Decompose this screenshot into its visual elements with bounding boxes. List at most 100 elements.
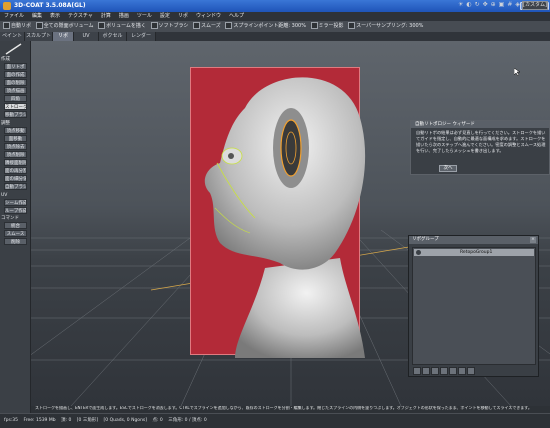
tool-strokes[interactable]: ストローク — [4, 103, 27, 110]
sculpt-head-model[interactable] — [195, 68, 375, 368]
menu-draw[interactable]: 描画 — [115, 12, 133, 21]
tab-sculpt[interactable]: スカルプト — [25, 32, 53, 41]
sphere-icon[interactable]: ◐ — [466, 1, 471, 8]
add-group-icon[interactable] — [413, 367, 421, 375]
tool-vertex-remove[interactable]: 頂点除去 — [4, 143, 27, 150]
tool-face-delete[interactable]: 面の削除 — [4, 79, 27, 86]
toolbar-smooth[interactable]: スムーズ — [193, 21, 221, 32]
menu-tools[interactable]: ツール — [133, 12, 156, 21]
toolbar-spline-distance[interactable]: スプラインポイント距離: 300% — [225, 21, 306, 32]
merge-icon[interactable] — [431, 367, 439, 375]
toolbar-soft-brush[interactable]: ソフトブラシ — [150, 21, 189, 32]
menu-view[interactable]: 表示 — [46, 12, 64, 21]
tool-seam-create[interactable]: シーム作成 — [4, 199, 27, 206]
tab-voxels[interactable]: ボクセル — [99, 32, 127, 41]
section-commands-header: コマンド — [1, 216, 19, 221]
tool-loop-create[interactable]: ループ作成 — [4, 207, 27, 214]
toolbar-draw-volume[interactable]: ボリュームを描く — [98, 21, 146, 32]
checkbox-icon — [348, 22, 356, 29]
extra-count: 三角形: 0 / 頂点: 0 — [168, 418, 207, 423]
section-uv-header: UV — [1, 193, 8, 198]
light-icon[interactable]: ☀ — [458, 1, 463, 8]
properties-icon[interactable] — [467, 367, 475, 375]
menu-settings[interactable]: 設定 — [156, 12, 174, 21]
tool-quads[interactable]: 四角 — [4, 95, 27, 102]
camera-icon[interactable]: ◈ — [515, 1, 520, 8]
toolbar-label: ボリュームを描く — [106, 23, 146, 29]
wizard-next-button[interactable]: 次へ — [439, 165, 457, 172]
brush-preview-icon[interactable] — [3, 42, 25, 56]
tab-uv[interactable]: UV — [74, 32, 99, 41]
tool-vertex-delete[interactable]: 頂点削除 — [4, 151, 27, 158]
tool-vertex-draw[interactable]: 頂点描画 — [4, 87, 27, 94]
tool-vertex-move[interactable]: 頂点移動 — [4, 127, 27, 134]
free-memory: Free: 1539 Mb — [23, 418, 56, 423]
fps-readout: fps:35 — [4, 418, 19, 423]
toolbar-label: スーパーサンプリング: 300% — [356, 23, 424, 29]
mouse-cursor-icon — [514, 68, 521, 76]
tool-merge[interactable]: 統合 — [4, 222, 27, 229]
visibility-icon[interactable] — [416, 250, 421, 255]
menu-file[interactable]: ファイル — [0, 12, 28, 21]
group-name: RetopoGroup1 — [460, 250, 493, 255]
toolbar-supersampling[interactable]: スーパーサンプリング: 300% — [348, 21, 423, 32]
tool-adjacent-delete[interactable]: 隣接面削除 — [4, 159, 27, 166]
delete-group-icon[interactable] — [422, 367, 430, 375]
grid-icon[interactable]: # — [507, 1, 512, 8]
tool-face-create[interactable]: 面の作成 — [4, 71, 27, 78]
checkbox-icon — [3, 22, 10, 29]
section-create-header: 作成 — [1, 57, 10, 62]
point-count: 点: 0 — [152, 418, 163, 423]
close-icon[interactable]: × — [530, 237, 536, 243]
move-icon[interactable]: ✥ — [483, 1, 488, 8]
retopo-panel-toolbar — [413, 367, 476, 375]
vertex-count: 頂: 0 — [61, 418, 72, 423]
tab-render[interactable]: レンダー — [127, 32, 156, 41]
tool-face-subdivide[interactable]: 面の細分化 — [4, 175, 27, 182]
retopo-panel-title: リポグループ — [409, 236, 538, 244]
menu-edit[interactable]: 編集 — [28, 12, 46, 21]
tab-retopo[interactable]: リポ — [53, 32, 74, 41]
window-title: 3D-COAT 3.5.08A(GL) — [14, 2, 86, 9]
wizard-body-text: 自動リトポの結果は必ず見直しを行ってください。ストロークを描いてガイドを指定し、… — [416, 130, 546, 153]
quad-count: [0 Quads, 0 Ngons] — [103, 418, 148, 423]
menu-textures[interactable]: テクスチャ — [64, 12, 97, 21]
menu-calculate[interactable]: 計算 — [97, 12, 115, 21]
toolbar-label: 全ての隠面ボリューム — [43, 23, 94, 29]
menu-help[interactable]: ヘルプ — [225, 12, 248, 21]
tool-face-retopo[interactable]: 面リトポ — [4, 63, 27, 70]
toolbar-hide-volumes[interactable]: 全ての隠面ボリューム — [35, 21, 94, 32]
menu-window[interactable]: ウィンドウ — [192, 12, 225, 21]
status-bar: fps:35 Free: 1539 Mb 頂: 0 [0 三角形] [0 Qua… — [0, 413, 550, 428]
toolbar-label: スプラインポイント距離: 300% — [233, 23, 306, 29]
triangle-count: [0 三角形] — [76, 418, 99, 423]
tool-move-brush[interactable]: 移動ブラシ — [4, 111, 27, 118]
tool-smooth[interactable]: スムース — [4, 230, 27, 237]
toolbar-label: スムーズ — [201, 23, 221, 29]
tool-face-move[interactable]: 面移動 — [4, 135, 27, 142]
zoom-icon[interactable]: ⊕ — [491, 1, 496, 8]
checkbox-icon — [193, 22, 201, 29]
toolbar-label: ミラー投影 — [318, 23, 344, 29]
split-icon[interactable] — [440, 367, 448, 375]
toolbar-auto-retopo[interactable]: 自動リポ — [3, 21, 31, 32]
app-icon — [3, 2, 11, 10]
tool-face-split[interactable]: 面の再分割 — [4, 167, 27, 174]
move-down-icon[interactable] — [458, 367, 466, 375]
retopo-group-list: RetopoGroup1 — [412, 247, 536, 365]
retopo-tools-panel: 作成 面リトポ 面の作成 面の削除 頂点描画 四角 ストローク 移動ブラシ 調整… — [0, 41, 31, 413]
checkbox-icon — [225, 22, 233, 29]
tool-delete[interactable]: 削除 — [4, 238, 27, 245]
fit-icon[interactable]: ▣ — [499, 1, 505, 8]
toolbar-label: ソフトブラシ — [158, 23, 189, 29]
custom-layout-button[interactable]: [カスタム] — [522, 1, 548, 10]
rotate-icon[interactable]: ↻ — [475, 1, 480, 8]
checkbox-icon — [150, 22, 158, 29]
toolbar-mirror[interactable]: ミラー投影 — [310, 21, 344, 32]
move-up-icon[interactable] — [449, 367, 457, 375]
tool-auto-brush[interactable]: 自動ブラシ — [4, 183, 27, 190]
tab-paint[interactable]: ペイント — [0, 32, 25, 41]
menu-retopo[interactable]: リポ — [174, 12, 192, 21]
checkbox-icon — [98, 22, 106, 29]
list-item[interactable]: RetopoGroup1 — [414, 249, 534, 256]
